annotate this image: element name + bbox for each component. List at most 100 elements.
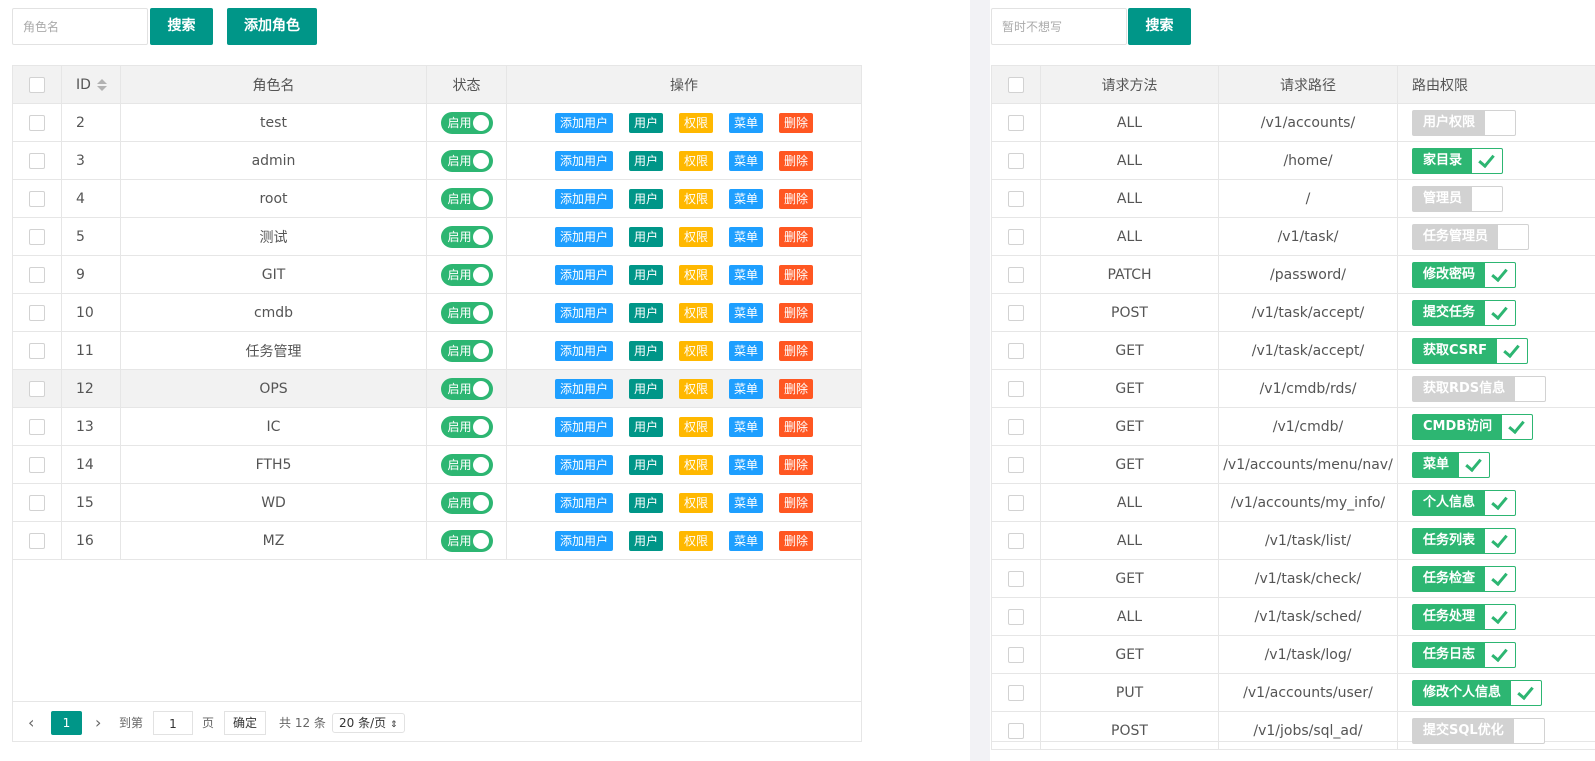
route-permission-toggle[interactable]: 用户权限: [1412, 109, 1517, 136]
route-permission-toggle[interactable]: 获取RDS信息: [1412, 375, 1547, 402]
route-permission-toggle[interactable]: 任务列表: [1412, 527, 1517, 554]
route-row-checkbox[interactable]: [1008, 684, 1024, 701]
status-switch[interactable]: 启用: [440, 225, 493, 248]
route-row-checkbox[interactable]: [1008, 608, 1024, 625]
add-user-button[interactable]: 添加用户: [554, 150, 613, 171]
row-checkbox[interactable]: [29, 266, 45, 283]
menu-button[interactable]: 菜单: [729, 530, 764, 551]
row-checkbox[interactable]: [29, 380, 45, 397]
user-button[interactable]: 用户: [628, 264, 663, 285]
user-button[interactable]: 用户: [628, 416, 663, 437]
status-switch[interactable]: 启用: [440, 339, 493, 362]
id-header[interactable]: ID: [61, 65, 121, 104]
goto-confirm-button[interactable]: 确定: [224, 711, 267, 735]
row-checkbox[interactable]: [29, 342, 45, 359]
next-page-icon[interactable]: ›: [95, 711, 101, 735]
route-row-checkbox[interactable]: [1008, 228, 1024, 245]
route-select-cell[interactable]: [991, 559, 1041, 598]
permission-button[interactable]: 权限: [678, 492, 713, 513]
select-all-cell[interactable]: [12, 65, 62, 104]
route-select-all-cell[interactable]: [991, 65, 1041, 104]
route-row-checkbox[interactable]: [1008, 570, 1024, 587]
menu-button[interactable]: 菜单: [729, 492, 764, 513]
status-switch[interactable]: 启用: [440, 529, 493, 552]
status-switch[interactable]: 启用: [440, 491, 493, 514]
route-row-checkbox[interactable]: [1008, 266, 1024, 283]
add-user-button[interactable]: 添加用户: [554, 264, 613, 285]
user-button[interactable]: 用户: [628, 340, 663, 361]
status-switch[interactable]: 启用: [440, 301, 493, 324]
menu-button[interactable]: 菜单: [729, 454, 764, 475]
menu-button[interactable]: 菜单: [729, 340, 764, 361]
permission-button[interactable]: 权限: [678, 112, 713, 133]
route-select-cell[interactable]: [991, 369, 1041, 408]
permission-button[interactable]: 权限: [678, 416, 713, 437]
route-permission-toggle[interactable]: 修改密码: [1412, 261, 1517, 288]
row-select-cell[interactable]: [12, 521, 62, 560]
route-select-cell[interactable]: [991, 711, 1041, 750]
route-select-all-checkbox[interactable]: [1008, 76, 1024, 93]
route-permission-toggle[interactable]: 任务管理员: [1412, 223, 1530, 250]
route-permission-toggle[interactable]: 个人信息: [1412, 489, 1517, 516]
menu-button[interactable]: 菜单: [729, 378, 764, 399]
prev-page-icon[interactable]: ‹: [28, 711, 34, 735]
route-select-cell[interactable]: [991, 483, 1041, 522]
permission-button[interactable]: 权限: [678, 454, 713, 475]
route-row-checkbox[interactable]: [1008, 342, 1024, 359]
delete-button[interactable]: 删除: [779, 340, 814, 361]
select-all-checkbox[interactable]: [29, 76, 45, 93]
row-checkbox[interactable]: [29, 304, 45, 321]
delete-button[interactable]: 删除: [779, 378, 814, 399]
add-user-button[interactable]: 添加用户: [554, 378, 613, 399]
permission-button[interactable]: 权限: [678, 378, 713, 399]
route-permission-toggle[interactable]: 任务检查: [1412, 565, 1517, 592]
route-row-checkbox[interactable]: [1008, 304, 1024, 321]
row-select-cell[interactable]: [12, 179, 62, 218]
row-checkbox[interactable]: [29, 114, 45, 131]
row-select-cell[interactable]: [12, 445, 62, 484]
route-select-cell[interactable]: [991, 141, 1041, 180]
delete-button[interactable]: 删除: [779, 416, 814, 437]
permission-button[interactable]: 权限: [678, 226, 713, 247]
route-permission-toggle[interactable]: CMDB访问: [1412, 413, 1534, 440]
route-permission-toggle[interactable]: 菜单: [1412, 451, 1491, 478]
route-select-cell[interactable]: [991, 597, 1041, 636]
status-switch[interactable]: 启用: [440, 453, 493, 476]
row-select-cell[interactable]: [12, 255, 62, 294]
route-row-checkbox[interactable]: [1008, 114, 1024, 131]
row-select-cell[interactable]: [12, 217, 62, 256]
add-user-button[interactable]: 添加用户: [554, 530, 613, 551]
route-row-checkbox[interactable]: [1008, 722, 1024, 739]
add-user-button[interactable]: 添加用户: [554, 340, 613, 361]
menu-button[interactable]: 菜单: [729, 416, 764, 437]
route-row-checkbox[interactable]: [1008, 380, 1024, 397]
row-select-cell[interactable]: [12, 141, 62, 180]
add-user-button[interactable]: 添加用户: [554, 188, 613, 209]
user-button[interactable]: 用户: [628, 454, 663, 475]
row-select-cell[interactable]: [12, 407, 62, 446]
user-button[interactable]: 用户: [628, 378, 663, 399]
permission-button[interactable]: 权限: [678, 188, 713, 209]
menu-button[interactable]: 菜单: [729, 188, 764, 209]
route-permission-toggle[interactable]: 获取CSRF: [1412, 337, 1529, 364]
status-switch[interactable]: 启用: [440, 415, 493, 438]
delete-button[interactable]: 删除: [779, 530, 814, 551]
add-user-button[interactable]: 添加用户: [554, 454, 613, 475]
delete-button[interactable]: 删除: [779, 226, 814, 247]
route-select-cell[interactable]: [991, 331, 1041, 370]
current-page-button[interactable]: 1: [51, 711, 82, 735]
sort-icon[interactable]: [96, 78, 107, 91]
permission-button[interactable]: 权限: [678, 530, 713, 551]
route-select-cell[interactable]: [991, 673, 1041, 712]
route-permission-toggle[interactable]: 管理员: [1412, 185, 1504, 212]
route-row-checkbox[interactable]: [1008, 152, 1024, 169]
route-permission-toggle[interactable]: 任务处理: [1412, 603, 1517, 630]
role-search-button[interactable]: 搜索: [150, 8, 213, 45]
row-select-cell[interactable]: [12, 103, 62, 142]
permission-button[interactable]: 权限: [678, 340, 713, 361]
route-row-checkbox[interactable]: [1008, 494, 1024, 511]
row-checkbox[interactable]: [29, 418, 45, 435]
row-select-cell[interactable]: [12, 483, 62, 522]
route-permission-toggle[interactable]: 修改个人信息: [1412, 679, 1543, 706]
user-button[interactable]: 用户: [628, 302, 663, 323]
